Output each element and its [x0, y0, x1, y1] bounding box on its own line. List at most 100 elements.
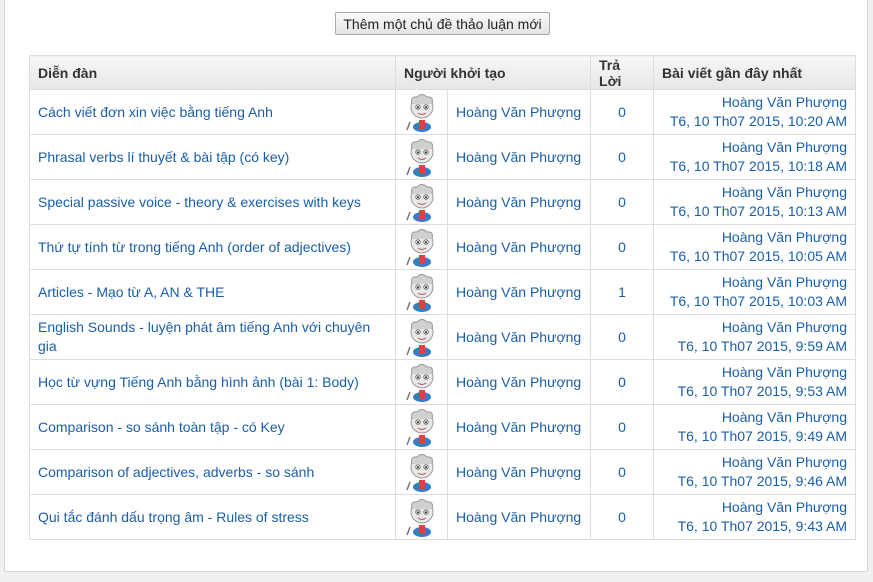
last-post-date-link[interactable]: T6, 10 Th07 2015, 10:05 AM	[670, 248, 847, 264]
cartoon-avatar-icon[interactable]	[404, 452, 439, 492]
author-link[interactable]: Hoàng Văn Phượng	[456, 329, 581, 345]
replies-cell: 0	[590, 179, 655, 225]
add-new-topic-button[interactable]: Thêm một chủ đề thảo luận mới	[335, 12, 550, 35]
cartoon-avatar-icon[interactable]	[404, 497, 439, 537]
topic-link[interactable]: Articles - Mạo từ A, AN & THE	[38, 284, 225, 300]
last-post-author-link[interactable]: Hoàng Văn Phượng	[722, 364, 847, 380]
last-post-date-link[interactable]: T6, 10 Th07 2015, 10:13 AM	[670, 203, 847, 219]
topic-link[interactable]: English Sounds - luyện phát âm tiếng Anh…	[38, 319, 370, 354]
topic-cell: Thứ tự tính từ trong tiếng Anh (order of…	[29, 224, 396, 270]
topic-link[interactable]: Comparison - so sánh toàn tập - có Key	[38, 419, 285, 435]
last-post-date-link[interactable]: T6, 10 Th07 2015, 10:20 AM	[670, 113, 847, 129]
topic-link[interactable]: Thứ tự tính từ trong tiếng Anh (order of…	[38, 239, 351, 255]
replies-count-link[interactable]: 0	[618, 239, 626, 255]
cartoon-avatar-icon[interactable]	[404, 272, 439, 312]
topic-link[interactable]: Cách viết đơn xin việc bằng tiếng Anh	[38, 104, 273, 120]
topic-cell: Special passive voice - theory & exercis…	[29, 179, 396, 225]
topic-cell: Comparison - so sánh toàn tập - có Key	[29, 404, 396, 450]
replies-cell: 0	[590, 224, 655, 270]
author-link[interactable]: Hoàng Văn Phượng	[456, 194, 581, 210]
topic-cell: Học từ vựng Tiếng Anh bằng hình ảnh (bài…	[29, 359, 396, 405]
cartoon-avatar-icon[interactable]	[404, 92, 439, 132]
author-link[interactable]: Hoàng Văn Phượng	[456, 284, 581, 300]
table-row: Comparison - so sánh toàn tập - có Key H…	[29, 404, 857, 450]
author-link[interactable]: Hoàng Văn Phượng	[456, 464, 581, 480]
replies-count-link[interactable]: 0	[618, 419, 626, 435]
topic-link[interactable]: Học từ vựng Tiếng Anh bằng hình ảnh (bài…	[38, 374, 359, 390]
column-header-replies: Trả Lời	[590, 55, 655, 90]
table-row: Cách viết đơn xin việc bằng tiếng Anh Ho…	[29, 89, 857, 135]
replies-count-link[interactable]: 0	[618, 329, 626, 345]
replies-count-link[interactable]: 1	[618, 284, 626, 300]
last-post-cell: Hoàng Văn Phượng T6, 10 Th07 2015, 9:43 …	[653, 494, 857, 540]
cartoon-avatar-icon[interactable]	[404, 317, 439, 357]
replies-count-link[interactable]: 0	[618, 194, 626, 210]
author-link[interactable]: Hoàng Văn Phượng	[456, 239, 581, 255]
author-link[interactable]: Hoàng Văn Phượng	[456, 509, 581, 525]
replies-cell: 1	[590, 269, 655, 315]
avatar-cell	[395, 179, 448, 225]
author-cell: Hoàng Văn Phượng	[446, 269, 592, 315]
cartoon-avatar-icon[interactable]	[404, 182, 439, 222]
author-cell: Hoàng Văn Phượng	[446, 449, 592, 495]
last-post-author-link[interactable]: Hoàng Văn Phượng	[722, 229, 847, 245]
last-post-author-link[interactable]: Hoàng Văn Phượng	[722, 94, 847, 110]
replies-cell: 0	[590, 134, 655, 180]
column-header-last-post: Bài viết gần đây nhất	[653, 55, 857, 90]
topic-cell: English Sounds - luyện phát âm tiếng Anh…	[29, 314, 396, 360]
replies-cell: 0	[590, 89, 655, 135]
author-link[interactable]: Hoàng Văn Phượng	[456, 149, 581, 165]
last-post-author-link[interactable]: Hoàng Văn Phượng	[722, 139, 847, 155]
replies-count-link[interactable]: 0	[618, 464, 626, 480]
last-post-author-link[interactable]: Hoàng Văn Phượng	[722, 499, 847, 515]
replies-cell: 0	[590, 404, 655, 450]
table-row: Học từ vựng Tiếng Anh bằng hình ảnh (bài…	[29, 359, 857, 405]
author-link[interactable]: Hoàng Văn Phượng	[456, 104, 581, 120]
replies-count-link[interactable]: 0	[618, 509, 626, 525]
avatar-cell	[395, 224, 448, 270]
author-cell: Hoàng Văn Phượng	[446, 404, 592, 450]
replies-count-link[interactable]: 0	[618, 104, 626, 120]
last-post-date-link[interactable]: T6, 10 Th07 2015, 9:49 AM	[678, 428, 847, 444]
last-post-cell: Hoàng Văn Phượng T6, 10 Th07 2015, 10:05…	[653, 224, 857, 270]
cartoon-avatar-icon[interactable]	[404, 407, 439, 447]
last-post-cell: Hoàng Văn Phượng T6, 10 Th07 2015, 10:03…	[653, 269, 857, 315]
last-post-date-link[interactable]: T6, 10 Th07 2015, 9:46 AM	[678, 473, 847, 489]
last-post-date-link[interactable]: T6, 10 Th07 2015, 9:59 AM	[678, 338, 847, 354]
author-cell: Hoàng Văn Phượng	[446, 314, 592, 360]
last-post-author-link[interactable]: Hoàng Văn Phượng	[722, 454, 847, 470]
replies-count-link[interactable]: 0	[618, 374, 626, 390]
author-cell: Hoàng Văn Phượng	[446, 359, 592, 405]
last-post-author-link[interactable]: Hoàng Văn Phượng	[722, 319, 847, 335]
last-post-date-link[interactable]: T6, 10 Th07 2015, 9:53 AM	[678, 383, 847, 399]
table-row: Special passive voice - theory & exercis…	[29, 179, 857, 225]
topic-link[interactable]: Comparison of adjectives, adverbs - so s…	[38, 464, 314, 480]
topic-cell: Qui tắc đánh dấu trọng âm - Rules of str…	[29, 494, 396, 540]
last-post-date-link[interactable]: T6, 10 Th07 2015, 9:43 AM	[678, 518, 847, 534]
cartoon-avatar-icon[interactable]	[404, 227, 439, 267]
last-post-author-link[interactable]: Hoàng Văn Phượng	[722, 184, 847, 200]
last-post-date-link[interactable]: T6, 10 Th07 2015, 10:03 AM	[670, 293, 847, 309]
last-post-cell: Hoàng Văn Phượng T6, 10 Th07 2015, 10:13…	[653, 179, 857, 225]
topic-cell: Articles - Mạo từ A, AN & THE	[29, 269, 396, 315]
cartoon-avatar-icon[interactable]	[404, 137, 439, 177]
avatar-cell	[395, 269, 448, 315]
author-link[interactable]: Hoàng Văn Phượng	[456, 419, 581, 435]
replies-cell: 0	[590, 314, 655, 360]
topic-link[interactable]: Qui tắc đánh dấu trọng âm - Rules of str…	[38, 509, 309, 525]
last-post-cell: Hoàng Văn Phượng T6, 10 Th07 2015, 9:59 …	[653, 314, 857, 360]
replies-count-link[interactable]: 0	[618, 149, 626, 165]
last-post-date-link[interactable]: T6, 10 Th07 2015, 10:18 AM	[670, 158, 847, 174]
topic-link[interactable]: Phrasal verbs lí thuyết & bài tập (có ke…	[38, 149, 289, 165]
topic-cell: Phrasal verbs lí thuyết & bài tập (có ke…	[29, 134, 396, 180]
last-post-author-link[interactable]: Hoàng Văn Phượng	[722, 274, 847, 290]
avatar-cell	[395, 89, 448, 135]
last-post-cell: Hoàng Văn Phượng T6, 10 Th07 2015, 9:49 …	[653, 404, 857, 450]
topic-link[interactable]: Special passive voice - theory & exercis…	[38, 194, 361, 210]
column-header-starter: Người khởi tạo	[394, 55, 592, 90]
cartoon-avatar-icon[interactable]	[404, 362, 439, 402]
discussion-table: Diễn đàn Người khởi tạo Trả Lời Bài viết…	[29, 55, 857, 540]
table-row: English Sounds - luyện phát âm tiếng Anh…	[29, 314, 857, 360]
author-link[interactable]: Hoàng Văn Phượng	[456, 374, 581, 390]
last-post-author-link[interactable]: Hoàng Văn Phượng	[722, 409, 847, 425]
